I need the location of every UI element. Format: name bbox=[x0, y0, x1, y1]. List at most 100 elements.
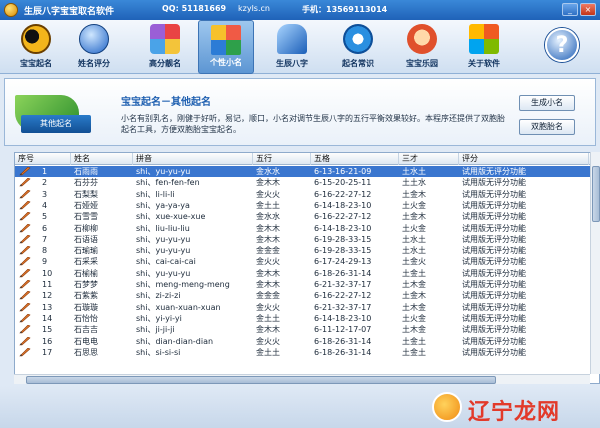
table-cell: 试用版无评分功能 bbox=[462, 336, 526, 346]
table-cell: 金土土 bbox=[256, 313, 280, 323]
toolbar-label: 姓名评分 bbox=[78, 59, 110, 68]
table-row[interactable]: 3 石梨梨 shi、li-li-li 金火火 6-16-22-27-12 土金木 试用版无评… bbox=[15, 189, 599, 200]
table-row[interactable]: 17 石思思 shi、si-si-si 金土土 6-18-26-31-14 土金土 试用版无… bbox=[15, 347, 599, 358]
table-cell: 石璇璇 bbox=[74, 302, 98, 312]
windows-icon bbox=[469, 24, 499, 54]
minimize-button[interactable]: _ bbox=[562, 3, 578, 16]
table-row[interactable]: 10 石榆榆 shi、yu-yu-yu 金木木 6-18-26-31-14 土金土 试用版无… bbox=[15, 268, 599, 279]
table-cell: shi、dian-dian-dian bbox=[136, 336, 214, 346]
pencil-icon bbox=[19, 189, 31, 198]
toolbar-item-5[interactable]: 起名常识 bbox=[330, 20, 386, 74]
table-cell: shi、yi-yi-yi bbox=[136, 313, 182, 323]
close-button[interactable]: × bbox=[580, 3, 596, 16]
table-cell: 土木金 bbox=[402, 280, 426, 289]
pencil-icon bbox=[19, 257, 31, 266]
table-cell: 金火火 bbox=[256, 302, 280, 312]
table-cell: 试用版无评分功能 bbox=[462, 280, 526, 289]
column-header[interactable]: 五行 bbox=[253, 153, 311, 165]
table-cell: 试用版无评分功能 bbox=[462, 347, 526, 357]
toolbar-item-8[interactable]: ? bbox=[534, 20, 590, 74]
table-cell: 6-15-20-25-11 bbox=[314, 178, 372, 188]
help-icon: ? bbox=[545, 28, 579, 62]
table-row[interactable]: 15 石吉吉 shi、ji-ji-ji 金木木 6-11-12-17-07 土木金 试用版无… bbox=[15, 324, 599, 335]
twins-name-button[interactable]: 双胞胎名 bbox=[519, 119, 575, 135]
table-cell: shi、fen-fen-fen bbox=[136, 178, 200, 188]
column-header[interactable]: 三才 bbox=[399, 153, 459, 165]
table-cell: 土木金 bbox=[402, 302, 426, 312]
column-header[interactable]: 序号 bbox=[15, 153, 71, 165]
table-cell: 试用版无评分功能 bbox=[462, 234, 526, 244]
table-cell: 6-18-26-31-14 bbox=[314, 268, 372, 278]
table-row[interactable]: 14 石怡怡 shi、yi-yi-yi 金土土 6-14-18-23-10 土火金 试用版无… bbox=[15, 313, 599, 324]
table-cell: 试用版无评分功能 bbox=[462, 189, 526, 199]
table-row[interactable]: 12 石紫紫 shi、zi-zi-zi 金金金 6-16-22-27-12 土金木 试用版无… bbox=[15, 290, 599, 301]
table-cell: 石语语 bbox=[74, 234, 98, 244]
qq-text: QQ: 51181669 bbox=[162, 4, 227, 13]
column-header[interactable]: 拼音 bbox=[133, 153, 253, 165]
toolbar-label: 宝宝起名 bbox=[20, 59, 52, 68]
table-cell: 土水土 bbox=[402, 167, 426, 176]
table-cell: shi、si-si-si bbox=[136, 347, 181, 357]
toolbar-item-2[interactable]: 高分靓名 bbox=[137, 20, 193, 74]
table-cell: shi、cai-cai-cai bbox=[136, 257, 196, 267]
pencil-icon bbox=[19, 325, 31, 334]
table-cell: 金水水 bbox=[256, 167, 280, 176]
table-cell: 6 bbox=[42, 223, 48, 233]
table-cell: 金水水 bbox=[256, 212, 280, 222]
section-description: 小名有别乳名，刚健于好听，易记，顺口，小名对调节生辰八字的五行平衡效果较好。本程… bbox=[121, 114, 505, 134]
toolbar-label: 宝宝乐园 bbox=[406, 59, 438, 68]
table-cell: 6-17-24-29-13 bbox=[314, 257, 372, 267]
column-header[interactable]: 评分 bbox=[459, 153, 589, 165]
table-row[interactable]: 2 石芬芬 shi、fen-fen-fen 金木木 6-15-20-25-11 土土水 试用… bbox=[15, 177, 599, 188]
table-cell: 金土土 bbox=[256, 200, 280, 210]
table-cell: 试用版无评分功能 bbox=[462, 178, 526, 188]
table-row[interactable]: 9 石采采 shi、cai-cai-cai 金火火 6-17-24-29-13 土金火 试用… bbox=[15, 256, 599, 267]
generate-small-name-button[interactable]: 生成小名 bbox=[519, 95, 575, 111]
toolbar-item-6[interactable]: 宝宝乐园 bbox=[394, 20, 450, 74]
horizontal-scrollbar[interactable] bbox=[14, 374, 590, 384]
phone-text: 手机：13569113014 bbox=[302, 5, 388, 14]
table-cell: 试用版无评分功能 bbox=[462, 302, 526, 312]
table-cell: 石电电 bbox=[74, 336, 98, 346]
hscroll-thumb[interactable] bbox=[26, 376, 496, 384]
toolbar-item-3[interactable]: 个性小名 bbox=[198, 20, 254, 74]
table-cell: 6-19-28-33-15 bbox=[314, 234, 372, 244]
header-panel: 其他起名 宝宝起名－其他起名 小名有别乳名，刚健于好听，易记，顺口，小名对调节生… bbox=[4, 78, 596, 146]
column-header[interactable]: 姓名 bbox=[71, 153, 133, 165]
table-row[interactable]: 5 石雪雪 shi、xue-xue-xue 金水水 6-16-22-27-12 土金木 试用… bbox=[15, 211, 599, 222]
table-row[interactable]: 7 石语语 shi、yu-yu-yu 金木木 6-19-28-33-15 土水土 试用版无评… bbox=[15, 234, 599, 245]
table-cell: 6-16-22-27-12 bbox=[314, 291, 372, 301]
toolbar-item-4[interactable]: 生辰八字 bbox=[264, 20, 320, 74]
table-cell: 6-21-32-37-17 bbox=[314, 302, 372, 312]
vertical-scrollbar[interactable] bbox=[590, 152, 600, 374]
table-cell: 石雪雪 bbox=[74, 212, 98, 222]
table-cell: 试用版无评分功能 bbox=[462, 268, 526, 278]
toolbar-item-1[interactable]: 姓名评分 bbox=[66, 20, 122, 74]
table-cell: 试用版无评分功能 bbox=[462, 167, 526, 176]
toolbar-item-0[interactable]: 宝宝起名 bbox=[8, 20, 64, 74]
table-cell: 试用版无评分功能 bbox=[462, 246, 526, 256]
pencil-icon bbox=[19, 223, 31, 232]
table-row[interactable]: 8 石瑜瑜 shi、yu-yu-yu 金金金 6-19-28-33-15 土水土 试用版无评… bbox=[15, 245, 599, 256]
table-cell: 试用版无评分功能 bbox=[462, 313, 526, 323]
table-cell: 土金土 bbox=[402, 268, 426, 278]
table-row[interactable]: 4 石娅娅 shi、ya-ya-ya 金土土 6-14-18-23-10 土火金 试用版无评… bbox=[15, 200, 599, 211]
table-row[interactable]: 6 石柳柳 shi、liu-liu-liu 金木木 6-14-18-23-10 土火金 试用… bbox=[15, 223, 599, 234]
table-cell: 石吉吉 bbox=[74, 325, 98, 335]
column-header[interactable]: 五格 bbox=[311, 153, 399, 165]
table-cell: 石采采 bbox=[74, 257, 98, 267]
toolbar-item-7[interactable]: 关于软件 bbox=[456, 20, 512, 74]
toolbar-label: 关于软件 bbox=[468, 59, 500, 68]
table-row[interactable]: 13 石璇璇 shi、xuan-xuan-xuan 金火火 6-21-32-37-17 土… bbox=[15, 302, 599, 313]
scroll-thumb[interactable] bbox=[592, 166, 600, 222]
table-row[interactable]: 11 石梦梦 shi、meng-meng-meng 金木木 6-21-32-37-17 土… bbox=[15, 279, 599, 290]
table-cell: 10 bbox=[42, 268, 53, 278]
table-row[interactable]: 1 石雨雨 shi、yu-yu-yu 金水水 6-13-16-21-09 土水土 试用版无评… bbox=[15, 166, 599, 177]
table-cell: 土金木 bbox=[402, 212, 426, 222]
table-cell: 4 bbox=[42, 200, 48, 210]
table-cell: 金金金 bbox=[256, 246, 280, 256]
table-cell: 石梦梦 bbox=[74, 280, 98, 289]
table-cell: 5 bbox=[42, 212, 48, 222]
table-row[interactable]: 16 石电电 shi、dian-dian-dian 金火火 6-18-26-31-14 土… bbox=[15, 336, 599, 347]
table-cell: 土水土 bbox=[402, 246, 426, 256]
